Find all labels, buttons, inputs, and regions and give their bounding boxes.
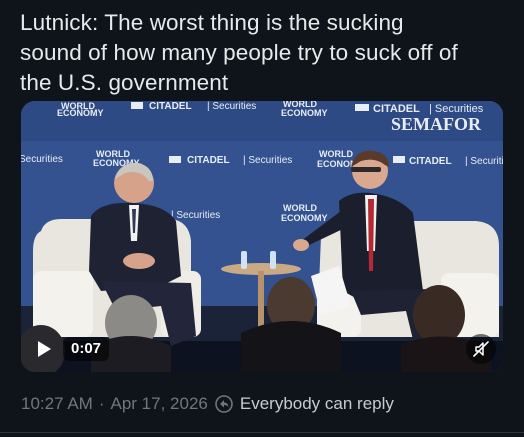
svg-text:CITADEL: CITADEL	[409, 156, 452, 167]
post-meta: 10:27 AM · Apr 17, 2026 Everybody can re…	[21, 392, 394, 416]
meta-separator: ·	[98, 394, 105, 413]
post-date[interactable]: Apr 17, 2026	[111, 392, 208, 416]
svg-text:WORLD: WORLD	[319, 149, 353, 159]
svg-text:| Securities: | Securities	[171, 210, 220, 221]
svg-text:| Securities: | Securities	[243, 155, 292, 166]
post-time[interactable]: 10:27 AM	[21, 392, 93, 416]
semafor-logo: SEMAFOR	[391, 114, 482, 134]
reply-permission-icon	[214, 394, 234, 414]
divider	[0, 432, 524, 433]
play-button[interactable]	[33, 338, 55, 360]
svg-text:Securities: Securities	[21, 154, 63, 165]
muted-speaker-icon	[473, 341, 489, 357]
svg-text:| Securities: | Securities	[465, 156, 503, 167]
svg-text:ECONOMY: ECONOMY	[281, 108, 328, 118]
post-text-line-1: Lutnick: The worst thing is the sucking	[20, 10, 404, 35]
svg-text:CITADEL: CITADEL	[187, 155, 230, 166]
mute-toggle-button[interactable]	[466, 334, 496, 364]
post-text-line-2: sound of how many people try to suck off…	[20, 40, 458, 65]
svg-text:ECONOMY: ECONOMY	[281, 213, 328, 223]
svg-text:| Securities: | Securities	[207, 101, 256, 112]
video-duration: 0:07	[63, 337, 110, 361]
play-icon	[38, 341, 51, 357]
svg-text:WORLD: WORLD	[283, 203, 317, 213]
post-text: Lutnick: The worst thing is the sucking …	[20, 8, 510, 98]
video-frame: WORLD ECONOMY CITADEL | Securities WORLD…	[21, 101, 503, 372]
svg-text:ECONOMY: ECONOMY	[57, 108, 104, 118]
video-player[interactable]: WORLD ECONOMY CITADEL | Securities WORLD…	[21, 101, 503, 372]
post-text-line-3: the U.S. government	[20, 70, 229, 95]
citadel-logo: CITADEL	[149, 101, 192, 112]
reply-setting-label: Everybody can reply	[239, 394, 394, 413]
